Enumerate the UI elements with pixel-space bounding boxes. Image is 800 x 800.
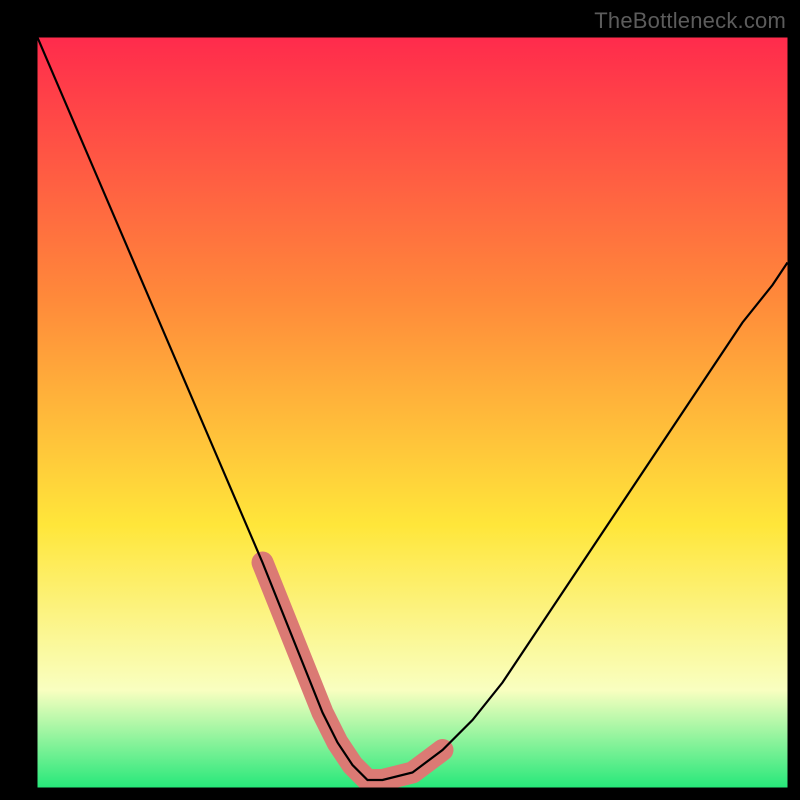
watermark-text: TheBottleneck.com [594,8,786,34]
plot-background [38,38,788,788]
chart-frame: TheBottleneck.com [0,0,800,800]
bottleneck-chart [0,0,800,800]
